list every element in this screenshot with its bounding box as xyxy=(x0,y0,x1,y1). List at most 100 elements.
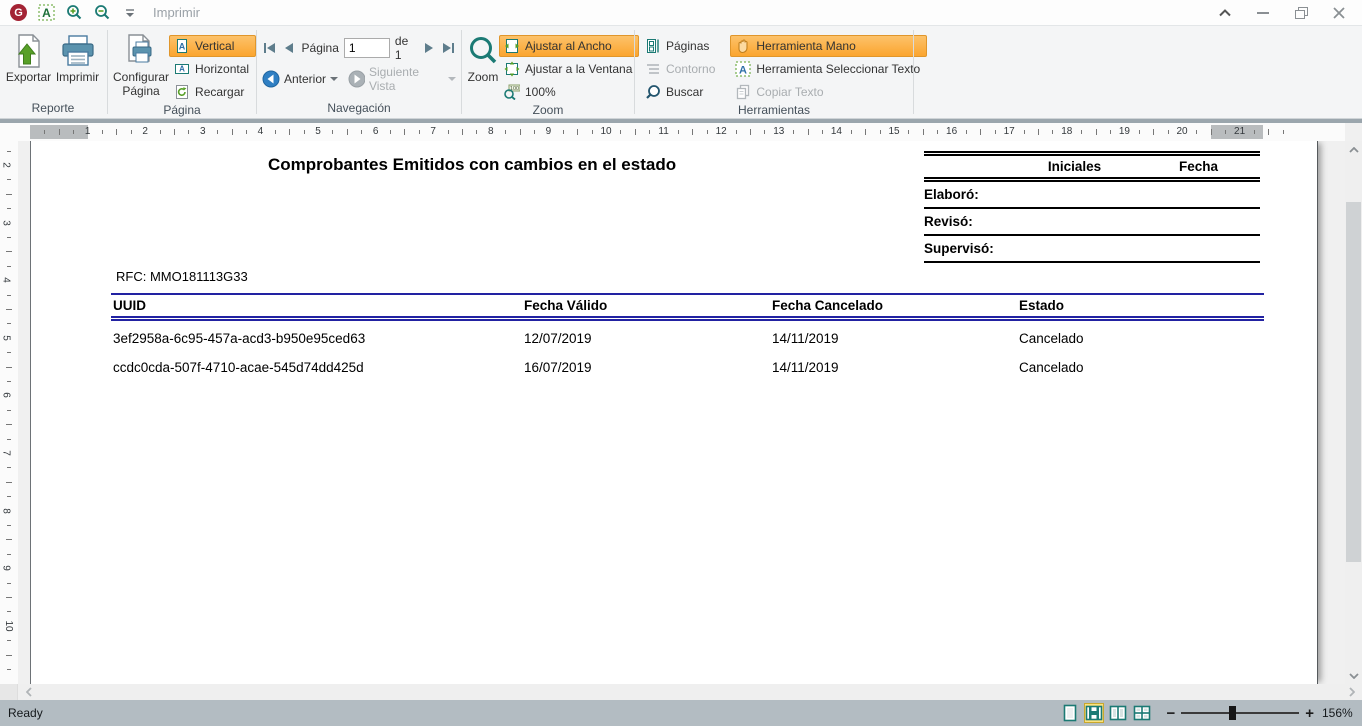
page-number-input[interactable] xyxy=(344,38,390,58)
ruler-tick xyxy=(980,129,981,135)
ruler-tick xyxy=(7,352,11,353)
horizontal-scrollbar-row xyxy=(0,684,1362,700)
collapse-ribbon-button[interactable] xyxy=(1212,3,1238,23)
close-button[interactable] xyxy=(1326,3,1352,23)
chevron-down-icon xyxy=(330,77,338,81)
select-text-tool-button[interactable]: A Herramienta Seleccionar Texto xyxy=(730,58,927,80)
ruler-tick xyxy=(1268,129,1269,135)
group-label-navegacion: Navegación xyxy=(262,101,456,118)
export-button[interactable]: Exportar xyxy=(4,29,53,85)
zoom-in-icon[interactable] xyxy=(65,4,83,22)
zoom-out-button[interactable]: − xyxy=(1166,706,1175,721)
page-setup-icon xyxy=(124,33,158,69)
h-ruler: 123456789101112131415161718192021 xyxy=(18,123,1345,141)
page-setup-button[interactable]: Configurar Página xyxy=(113,29,169,99)
ruler-number: 10 xyxy=(3,620,14,631)
ruler-tick xyxy=(7,208,11,209)
ruler-number: 14 xyxy=(831,126,842,137)
table-header-cell: Fecha Cancelado xyxy=(772,298,1019,313)
print-button[interactable]: Imprimir xyxy=(53,29,102,85)
scroll-left-arrow[interactable] xyxy=(20,684,37,700)
scroll-right-arrow[interactable] xyxy=(1343,684,1360,700)
zoom-button[interactable]: Zoom xyxy=(467,29,499,85)
vertical-scrollbar[interactable] xyxy=(1345,141,1362,684)
ruler-number: 6 xyxy=(373,126,379,137)
ruler-tick xyxy=(7,151,11,152)
ruler-number: 3 xyxy=(200,126,206,137)
ruler-tick xyxy=(6,367,12,368)
last-page-button[interactable] xyxy=(441,40,456,56)
statusbar: Ready − + 156% xyxy=(0,700,1362,726)
horizontal-scrollbar[interactable] xyxy=(18,684,1362,700)
ribbon-group-navegacion: Página de 1 Anterior Siguiente xyxy=(258,26,460,118)
previous-view-label: Anterior xyxy=(284,72,326,86)
ruler-tick xyxy=(73,130,74,134)
ruler-tick xyxy=(649,130,650,134)
ruler-number: 4 xyxy=(258,126,264,137)
preview-canvas[interactable]: Comprobantes Emitidos con cambios en el … xyxy=(18,141,1345,684)
next-view-button[interactable]: Siguiente Vista xyxy=(348,65,456,93)
ruler-tick xyxy=(7,179,11,180)
table-cell: Cancelado xyxy=(1019,360,1264,375)
fit-window-label: Ajustar a la Ventana xyxy=(525,62,632,76)
view-fit-width-button[interactable] xyxy=(1084,703,1104,723)
previous-view-button[interactable]: Anterior xyxy=(262,70,338,88)
hand-tool-button[interactable]: Herramienta Mano xyxy=(730,35,927,57)
horizontal-button[interactable]: A Horizontal xyxy=(169,58,256,80)
search-button[interactable]: Buscar xyxy=(640,81,722,103)
svg-text:A: A xyxy=(42,6,51,20)
group-label-reporte: Reporte xyxy=(4,101,102,118)
ruler-tick xyxy=(505,130,506,134)
ruler-number: 6 xyxy=(0,393,11,399)
fit-window-icon xyxy=(503,61,520,78)
ruler-tick xyxy=(750,129,751,135)
first-page-button[interactable] xyxy=(262,40,277,56)
ruler-tick xyxy=(1110,130,1111,134)
reload-button[interactable]: Recargar xyxy=(169,81,256,103)
previous-page-button[interactable] xyxy=(282,40,297,56)
zoom-slider-track[interactable] xyxy=(1181,712,1299,714)
next-page-button[interactable] xyxy=(421,40,436,56)
ruler-tick xyxy=(232,129,233,135)
zoom-100-button[interactable]: 100 100% xyxy=(499,81,639,103)
landscape-icon: A xyxy=(173,61,190,78)
outline-button[interactable]: Contorno xyxy=(640,58,722,80)
ruler-tick xyxy=(7,381,11,382)
zoom-in-button[interactable]: + xyxy=(1305,706,1314,721)
fit-width-button[interactable]: Ajustar al Ancho xyxy=(499,35,639,57)
vertical-button[interactable]: A Vertical xyxy=(169,35,256,57)
next-view-label: Siguiente Vista xyxy=(369,65,444,93)
ruler-tick xyxy=(1254,130,1255,134)
app-logo-icon[interactable]: G xyxy=(10,4,27,21)
signature-col-iniciales: Iniciales xyxy=(1012,159,1137,174)
scroll-up-arrow[interactable] xyxy=(1345,141,1362,158)
table-cell: ccdc0cda-507f-4710-acae-545d74dd425d xyxy=(111,360,524,375)
vertical-scroll-thumb[interactable] xyxy=(1346,202,1361,562)
view-two-pages-button[interactable] xyxy=(1108,703,1128,723)
ruler-corner xyxy=(0,123,18,141)
pages-panel-button[interactable]: Páginas xyxy=(640,35,722,57)
table-cell: 16/07/2019 xyxy=(524,360,772,375)
signature-col-fecha: Fecha xyxy=(1137,159,1260,174)
copy-text-button[interactable]: Copiar Texto xyxy=(730,81,927,103)
text-select-icon[interactable]: A xyxy=(37,4,55,22)
ruler-tick xyxy=(1038,129,1039,135)
rfc-label: RFC: MMO181113G33 xyxy=(116,269,248,284)
copy-icon xyxy=(734,84,751,101)
minimize-button[interactable] xyxy=(1250,3,1276,23)
ruler-tick xyxy=(6,539,12,540)
ruler-tick xyxy=(347,129,348,135)
scroll-down-arrow[interactable] xyxy=(1345,667,1362,684)
restore-button[interactable] xyxy=(1288,3,1314,23)
ruler-tick xyxy=(59,129,60,135)
view-multi-page-button[interactable] xyxy=(1132,703,1152,723)
toolbar-overflow-icon[interactable] xyxy=(121,4,139,22)
table-cell: 3ef2958a-6c95-457a-acd3-b950e95ced63 xyxy=(111,331,524,346)
zoom-out-icon[interactable] xyxy=(93,4,111,22)
fit-window-button[interactable]: Ajustar a la Ventana xyxy=(499,58,639,80)
zoom-slider-thumb[interactable] xyxy=(1229,706,1236,720)
view-single-page-button[interactable] xyxy=(1060,703,1080,723)
ruler-number: 7 xyxy=(0,450,11,456)
ruler-tick xyxy=(131,130,132,134)
page-count-label: de 1 xyxy=(395,34,417,62)
